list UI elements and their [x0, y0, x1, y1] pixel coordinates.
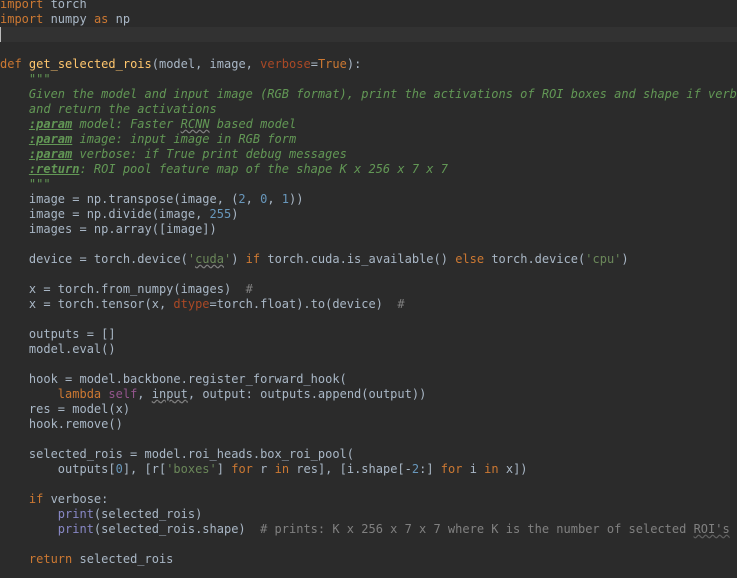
code-text[interactable]: import torch import numpy as np def get_…: [0, 0, 737, 567]
code-editor[interactable]: import torch import numpy as np def get_…: [0, 0, 737, 578]
